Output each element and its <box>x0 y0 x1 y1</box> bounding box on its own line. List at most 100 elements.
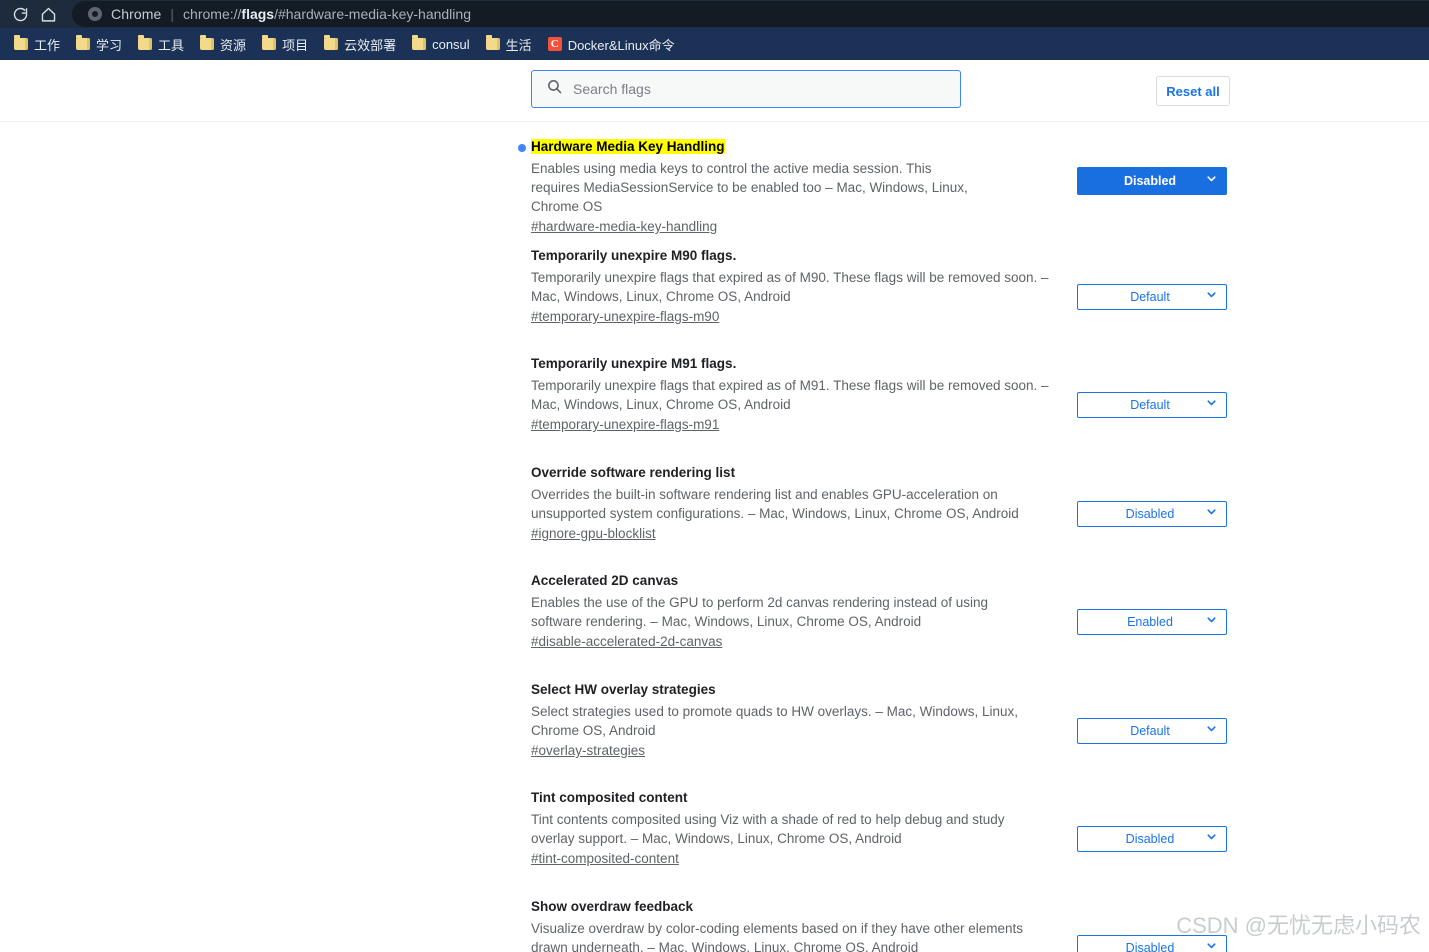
flag-title: Select HW overlay strategies <box>531 682 716 697</box>
omnibox-url-prefix: chrome:// <box>183 6 242 22</box>
flag-control: DefaultEnabledDisabled <box>1077 167 1227 195</box>
flag-title: Temporarily unexpire M90 flags. <box>531 248 737 263</box>
bookmark-item[interactable]: 工具 <box>130 31 192 57</box>
flag-select-wrapper[interactable]: DefaultEnabledDisabled <box>1077 609 1227 635</box>
flag-title: Override software rendering list <box>531 465 736 480</box>
folder-icon <box>138 35 153 50</box>
search-field-wrapper[interactable] <box>531 70 961 108</box>
flag-anchor-link[interactable]: #temporary-unexpire-flags-m90 <box>531 309 719 324</box>
flag-select-wrapper[interactable]: DefaultEnabledDisabled <box>1077 392 1227 418</box>
flag-text-block: Override software rendering list Override… <box>531 463 1071 571</box>
flag-select-wrapper[interactable]: DefaultEnabledDisabled <box>1077 935 1227 952</box>
folder-icon <box>262 35 277 50</box>
folder-icon <box>76 35 91 50</box>
bookmark-item[interactable]: 学习 <box>68 31 130 57</box>
flag-state-select[interactable]: DefaultEnabledDisabled <box>1077 935 1227 952</box>
flag-text-block: Tint composited content Tint contents com… <box>531 788 1071 896</box>
flag-anchor-link[interactable]: #ignore-gpu-blocklist <box>531 526 656 541</box>
address-bar[interactable]: Chrome | chrome://flags/#hardware-media-… <box>72 1 1429 27</box>
flag-description: Enables using media keys to control the … <box>531 161 968 214</box>
flag-state-select[interactable]: DefaultEnabledDisabled <box>1077 167 1227 195</box>
flag-title: Tint composited content <box>531 790 688 805</box>
flag-state-select[interactable]: DefaultEnabledDisabled <box>1077 284 1227 310</box>
flag-select-wrapper[interactable]: DefaultEnabledDisabled <box>1077 501 1227 527</box>
bookmark-label: 工作 <box>34 37 61 53</box>
bookmark-label: 生活 <box>505 37 532 53</box>
flag-row: Tint composited content Tint contents com… <box>0 788 1429 896</box>
bookmark-label: 学习 <box>96 37 123 53</box>
flag-state-select[interactable]: DefaultEnabledDisabled <box>1077 609 1227 635</box>
flag-text-block: Temporarily unexpire M90 flags. Temporari… <box>531 246 1071 354</box>
flag-control: DefaultEnabledDisabled <box>1077 284 1227 310</box>
flag-row: Select HW overlay strategies Select strat… <box>0 680 1429 788</box>
flag-anchor-link[interactable]: #hardware-media-key-handling <box>531 219 717 234</box>
reload-icon[interactable] <box>6 1 34 27</box>
flag-state-select[interactable]: DefaultEnabledDisabled <box>1077 826 1227 852</box>
search-icon <box>546 78 563 100</box>
bookmark-item[interactable]: 生活 <box>478 31 540 57</box>
reset-all-button[interactable]: Reset all <box>1156 76 1230 106</box>
flag-description: Visualize overdraw by color-coding eleme… <box>531 921 1024 952</box>
flag-row: Temporarily unexpire M91 flags. Temporari… <box>0 354 1429 462</box>
flag-title-wrapper: Temporarily unexpire M91 flags. <box>531 354 1071 373</box>
omnibox-brand-label: Chrome <box>111 6 162 22</box>
bookmark-label: Docker&Linux命令 <box>567 37 675 53</box>
flag-description: Temporarily unexpire flags that expired … <box>531 378 1049 412</box>
flag-anchor-wrapper: #disable-accelerated-2d-canvas <box>531 631 1071 651</box>
folder-icon <box>14 35 28 50</box>
bookmark-item[interactable]: 资源 <box>192 31 254 57</box>
chrome-logo-icon <box>88 7 102 21</box>
flags-list: Hardware Media Key Handling Enables using… <box>0 122 1429 952</box>
browser-chrome: Chrome | chrome://flags/#hardware-media-… <box>0 0 1429 60</box>
flag-select-wrapper[interactable]: DefaultEnabledDisabled <box>1077 718 1227 744</box>
flag-state-select[interactable]: DefaultEnabledDisabled <box>1077 392 1227 418</box>
flag-anchor-wrapper: #tint-composited-content <box>531 848 1071 868</box>
bookmark-item[interactable]: 云效部署 <box>316 31 404 57</box>
bookmark-item[interactable]: consul <box>404 31 478 57</box>
bookmark-label: consul <box>432 36 470 52</box>
flag-select-wrapper[interactable]: DefaultEnabledDisabled <box>1077 284 1227 310</box>
flag-title: Temporarily unexpire M91 flags. <box>531 356 737 371</box>
flag-title-wrapper: Tint composited content <box>531 788 1071 807</box>
flag-state-select[interactable]: DefaultEnabledDisabled <box>1077 501 1227 527</box>
flag-title-wrapper: Select HW overlay strategies <box>531 680 1071 699</box>
flag-title-wrapper: Hardware Media Key Handling <box>531 137 1071 156</box>
flag-anchor-link[interactable]: #disable-accelerated-2d-canvas <box>531 634 722 649</box>
omnibox-url-bold: flags <box>241 6 275 22</box>
flag-control: DefaultEnabledDisabled <box>1077 718 1227 744</box>
site-favicon-icon: C <box>547 37 562 51</box>
flag-title: Hardware Media Key Handling <box>531 139 725 154</box>
flag-description: Tint contents composited using Viz with … <box>531 812 1005 846</box>
home-icon[interactable] <box>34 1 62 27</box>
flag-control: DefaultEnabledDisabled <box>1077 609 1227 635</box>
flag-description: Enables the use of the GPU to perform 2d… <box>531 595 989 629</box>
flag-row: Show overdraw feedback Visualize overdraw… <box>0 897 1429 952</box>
flag-title: Show overdraw feedback <box>531 899 694 914</box>
bookmark-item[interactable]: 项目 <box>254 31 316 57</box>
flag-text-block: Show overdraw feedback Visualize overdraw… <box>531 897 1071 952</box>
flag-description: Temporarily unexpire flags that expired … <box>531 270 1049 304</box>
bookmark-label: 项目 <box>282 37 309 53</box>
flag-control: DefaultEnabledDisabled <box>1077 826 1227 852</box>
flag-title-wrapper: Show overdraw feedback <box>531 897 1071 916</box>
flag-marker-dot-icon <box>518 144 526 152</box>
flag-text-block: Accelerated 2D canvas Enables the use of … <box>531 571 1071 679</box>
flag-anchor-wrapper: #hardware-media-key-handling <box>531 216 1071 236</box>
flag-select-wrapper[interactable]: DefaultEnabledDisabled <box>1077 167 1227 195</box>
flag-anchor-link[interactable]: #overlay-strategies <box>531 743 645 758</box>
omnibox-separator: | <box>170 6 175 22</box>
folder-icon <box>412 35 427 50</box>
bookmark-item[interactable]: C Docker&Linux命令 <box>540 31 683 57</box>
flag-anchor-link[interactable]: #tint-composited-content <box>531 851 679 866</box>
bookmark-item[interactable]: 工作 <box>6 31 68 57</box>
flag-state-select[interactable]: DefaultEnabledDisabled <box>1077 718 1227 744</box>
flag-control: DefaultEnabledDisabled <box>1077 392 1227 418</box>
flag-text-block: Select HW overlay strategies Select strat… <box>531 680 1071 788</box>
flag-select-wrapper[interactable]: DefaultEnabledDisabled <box>1077 826 1227 852</box>
omnibox-url: chrome://flags/#hardware-media-key-handl… <box>183 6 471 22</box>
bookmarks-bar: 工作 学习 工具 资源 项目 云效部署 consul 生活 C Docker&Linux命令 <box>0 28 1429 60</box>
browser-nav-bar: Chrome | chrome://flags/#hardware-media-… <box>0 0 1429 28</box>
flag-description: Select strategies used to promote quads … <box>531 704 1018 738</box>
search-input[interactable] <box>573 72 953 106</box>
flag-anchor-link[interactable]: #temporary-unexpire-flags-m91 <box>531 417 719 432</box>
